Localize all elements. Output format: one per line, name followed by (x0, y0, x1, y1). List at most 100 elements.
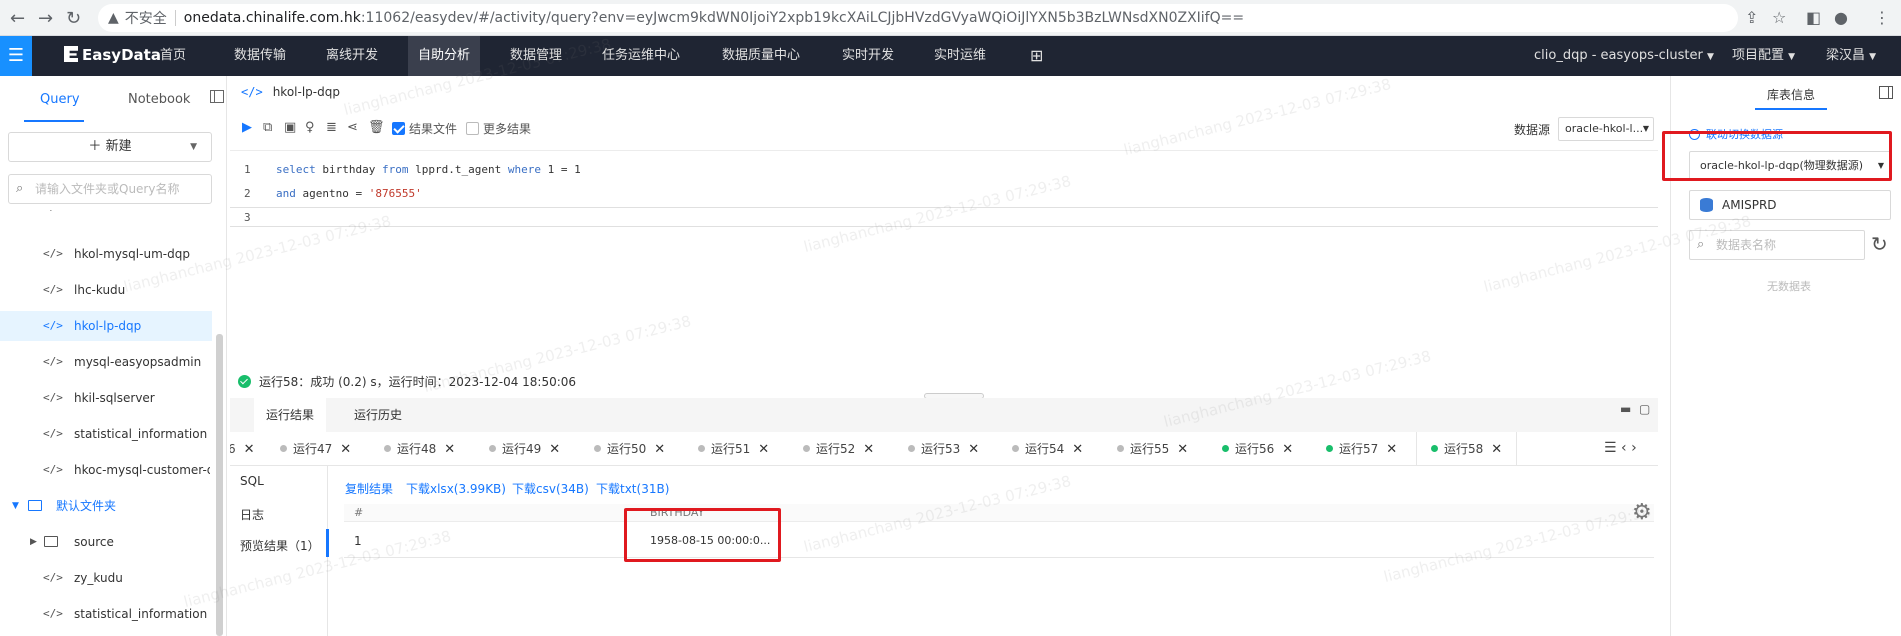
close-icon[interactable]: ✕ (1282, 442, 1293, 457)
refresh-icon[interactable]: ↻ (1871, 232, 1888, 256)
back-icon[interactable]: ← (10, 8, 25, 29)
tab-query[interactable]: Query (40, 92, 80, 107)
share-icon[interactable]: ⋖ (347, 120, 358, 135)
menu-icon[interactable]: ☰ (0, 36, 32, 76)
datasource-select[interactable]: oracle-hkol-l... ▼ (1558, 117, 1654, 141)
tab-notebook[interactable]: Notebook (128, 92, 190, 107)
tree-item[interactable]: </> hkoc-mysql-customer-d... (0, 455, 212, 485)
user-menu[interactable]: 梁汉昌 ▼ (1826, 36, 1876, 76)
close-icon[interactable]: ✕ (340, 442, 351, 457)
folder-source[interactable]: ▶ source (0, 527, 212, 557)
table-row[interactable]: 1 1958-08-15 00:00:0... (344, 522, 1654, 558)
run-selected-icon[interactable]: ⧉ (263, 120, 272, 135)
run-tab[interactable]: 运行49 ✕ (489, 432, 560, 465)
tree-item[interactable]: </> lhc-kudu (0, 275, 212, 305)
tab-run-result[interactable]: 运行结果 (254, 398, 327, 432)
run-tab[interactable]: 运行56 ✕ (1222, 432, 1293, 465)
delete-icon[interactable]: 🗑 (368, 120, 385, 135)
format-icon[interactable]: ≣ (326, 120, 337, 135)
chevron-right-icon[interactable]: › (1631, 440, 1637, 456)
close-icon[interactable]: ✕ (1386, 442, 1397, 457)
chevron-left-icon[interactable]: ‹ (1621, 440, 1627, 456)
side-panel-icon[interactable]: ◧ (1806, 8, 1821, 27)
profile-icon[interactable]: ● (1834, 8, 1848, 27)
browser-menu-icon[interactable]: ⋮ (1874, 8, 1890, 27)
share-icon[interactable]: ⇪ (1745, 8, 1758, 27)
tab-table-info[interactable]: 库表信息 (1767, 86, 1815, 103)
close-icon[interactable]: ✕ (863, 442, 874, 457)
new-button[interactable]: ＋ 新建 ▼ (8, 132, 212, 162)
editor-tab[interactable]: </> hkol-lp-dqp (241, 85, 340, 99)
close-icon[interactable]: ✕ (1177, 442, 1188, 457)
close-icon[interactable]: ✕ (549, 442, 560, 457)
nav-data-management[interactable]: 数据管理 (500, 36, 572, 76)
run-tab[interactable]: 运行50 ✕ (594, 432, 665, 465)
tree-item[interactable]: </> hkil-sqlserver (0, 383, 212, 413)
tree-item[interactable]: </> hkol-mysql-um-dqp (0, 239, 212, 269)
sidebar-scrollbar[interactable] (216, 334, 223, 636)
nav-data-transfer[interactable]: 数据传输 (224, 36, 296, 76)
project-config[interactable]: 项目配置 ▼ (1732, 36, 1795, 76)
close-icon[interactable]: ✕ (654, 442, 665, 457)
copy-results-link[interactable]: 复制结果 (345, 480, 393, 497)
bookmark-star-icon[interactable]: ☆ (1772, 8, 1786, 27)
nav-home[interactable]: 首页 (150, 36, 196, 76)
database-select[interactable]: AMISPRD (1689, 190, 1891, 220)
run-tab[interactable]: 运行55 ✕ (1117, 432, 1188, 465)
tree-item[interactable]: </> statistical_information (0, 599, 212, 629)
download-csv-link[interactable]: 下载csv(34B) (512, 480, 589, 497)
maximize-icon[interactable]: ▢ (1639, 402, 1650, 416)
menu-log[interactable]: 日志 (240, 506, 264, 523)
close-icon[interactable]: ✕ (1491, 442, 1502, 457)
result-file-checkbox[interactable]: 结果文件 (392, 120, 457, 137)
menu-sql[interactable]: SQL (240, 474, 264, 488)
nav-realtime-dev[interactable]: 实时开发 (832, 36, 904, 76)
run-tab[interactable]: 运行47 ✕ (280, 432, 351, 465)
save-icon[interactable]: ▣ (284, 120, 296, 135)
tab-run-history[interactable]: 运行历史 (342, 398, 414, 432)
run-tab[interactable]: 运行52 ✕ (803, 432, 874, 465)
collapse-panel-icon[interactable] (210, 90, 224, 103)
close-icon[interactable]: ✕ (1072, 442, 1083, 457)
tree-item[interactable]: </> statistical_information (0, 419, 212, 449)
download-txt-link[interactable]: 下载txt(31B) (596, 480, 669, 497)
nav-offline-dev[interactable]: 离线开发 (316, 36, 388, 76)
run-tab-partial[interactable]: 6✕ (230, 432, 255, 465)
list-icon[interactable]: ☰ (1604, 440, 1617, 456)
more-results-checkbox[interactable]: 更多结果 (466, 120, 531, 137)
reload-icon[interactable]: ↻ (66, 8, 81, 29)
run-tab[interactable]: 运行54 ✕ (1012, 432, 1083, 465)
run-tab[interactable]: 运行48 ✕ (384, 432, 455, 465)
sql-editor[interactable]: 1 2 3 select birthday from lpprd.t_agent… (230, 150, 1658, 300)
table-name-search-input[interactable]: ⌕ 数据表名称 (1689, 230, 1865, 260)
add-tab-icon[interactable]: ⊞ (1020, 36, 1053, 76)
nav-task-ops[interactable]: 任务运维中心 (592, 36, 690, 76)
folder-default[interactable]: ▼ 默认文件夹 (0, 491, 212, 521)
collapse-panel-icon[interactable] (1879, 86, 1893, 99)
cluster-selector[interactable]: clio_dqp - easyops-cluster ▼ (1534, 36, 1714, 76)
close-icon[interactable]: ✕ (244, 442, 255, 457)
run-tab[interactable]: 运行51 ✕ (698, 432, 769, 465)
folder-query-search-input[interactable]: ⌕ 请输入文件夹或Query名称 (8, 174, 212, 204)
download-xlsx-link[interactable]: 下载xlsx(3.99KB) (406, 480, 506, 497)
forward-icon[interactable]: → (38, 8, 53, 29)
nav-self-service-analysis[interactable]: 自助分析 (408, 36, 481, 76)
tree-item[interactable]: </> mysql-easyopsadmin (0, 347, 212, 377)
address-bar[interactable]: ▲ 不安全 onedata.chinalife.com.hk:11062/eas… (98, 4, 1738, 32)
nav-realtime-ops[interactable]: 实时运维 (924, 36, 996, 76)
close-icon[interactable]: ✕ (758, 442, 769, 457)
run-tab[interactable]: 运行57 ✕ (1326, 432, 1397, 465)
close-icon[interactable]: ✕ (444, 442, 455, 457)
minimize-icon[interactable]: ▬ (1620, 402, 1631, 416)
close-icon[interactable]: ✕ (968, 442, 979, 457)
tree-item-partial[interactable]: </> (0, 210, 212, 222)
run-tab-active[interactable]: 运行58 ✕ (1416, 432, 1518, 465)
menu-preview-results[interactable]: 预览结果（1） (240, 537, 320, 554)
tree-item[interactable]: </> zy_kudu (0, 563, 212, 593)
tree-item-selected[interactable]: </> hkol-lp-dqp (0, 311, 212, 341)
gear-icon[interactable]: ⚙ (1632, 500, 1652, 525)
tip-icon[interactable]: ♀ (305, 120, 315, 135)
nav-data-quality[interactable]: 数据质量中心 (712, 36, 810, 76)
run-icon[interactable]: ▶ (242, 120, 252, 135)
run-tab[interactable]: 运行53 ✕ (908, 432, 979, 465)
